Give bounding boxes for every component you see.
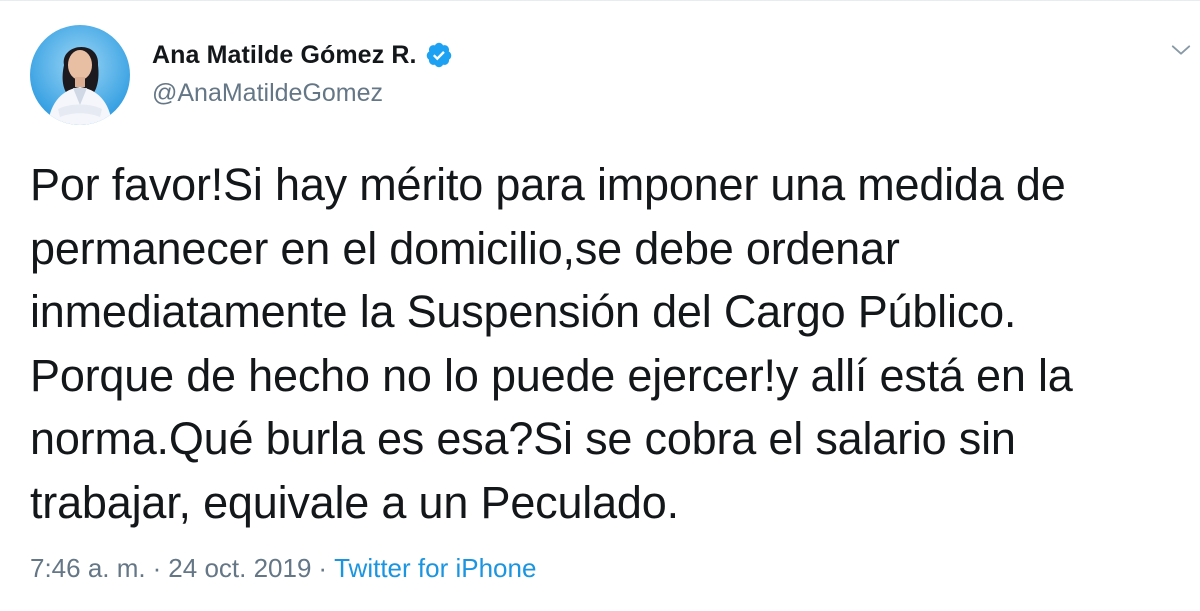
author-name[interactable]: Ana Matilde Gómez R. (152, 41, 417, 70)
chevron-down-icon[interactable] (1170, 39, 1192, 61)
tweet-date[interactable]: 24 oct. 2019 (168, 553, 311, 584)
tweet-source-link[interactable]: Twitter for iPhone (334, 553, 536, 584)
verified-badge-icon (425, 41, 453, 69)
author-handle[interactable]: @AnaMatildeGomez (152, 79, 383, 108)
author-name-row[interactable]: Ana Matilde Gómez R. (152, 39, 453, 71)
author-avatar[interactable] (30, 25, 130, 125)
tweet-card: Ana Matilde Gómez R. @AnaMatildeGomez Po… (0, 0, 1200, 611)
tweet-time[interactable]: 7:46 a. m. (30, 553, 146, 584)
tweet-text: Por favor!Si hay mérito para imponer una… (30, 159, 1073, 528)
meta-separator: · (152, 553, 162, 583)
person-avatar-icon (48, 46, 112, 125)
tweet-meta: 7:46 a. m. · 24 oct. 2019 · Twitter for … (30, 553, 536, 584)
meta-separator: · (318, 553, 328, 583)
